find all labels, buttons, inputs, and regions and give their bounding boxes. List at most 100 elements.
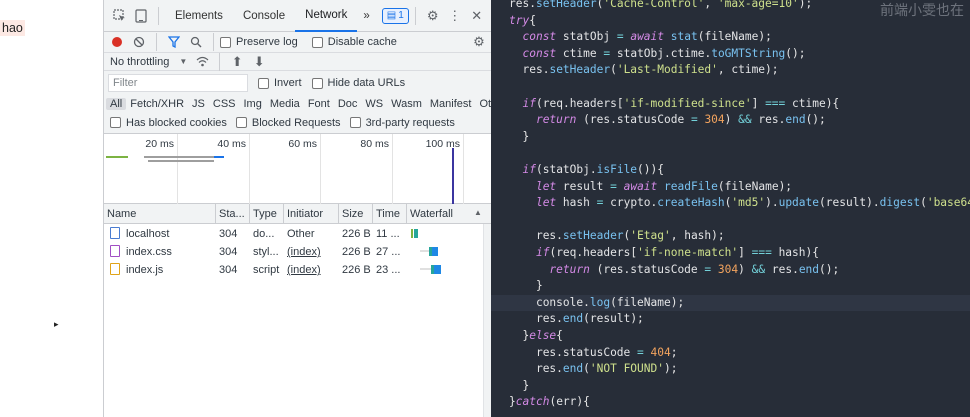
table-row[interactable]: index.css 304 styl... (index) 226 B 27 .… <box>104 243 492 261</box>
network-overview-timeline[interactable]: 20 ms 40 ms 60 ms 80 ms 100 ms <box>104 134 492 204</box>
inspect-element-icon[interactable] <box>108 5 130 27</box>
type-filter-img[interactable]: Img <box>240 98 266 110</box>
code-line[interactable]: }else{ <box>491 328 970 344</box>
request-initiator[interactable]: (index) <box>284 243 339 261</box>
request-size: 226 B <box>342 228 371 240</box>
clear-icon[interactable] <box>128 31 150 53</box>
blocked-cookies-label: Has blocked cookies <box>126 116 227 129</box>
column-initiator[interactable]: Initiator <box>284 204 339 224</box>
overview-request-bar <box>144 156 214 158</box>
code-line[interactable]: const ctime = statObj.ctime.toGMTString(… <box>491 46 970 62</box>
type-filter-all[interactable]: All <box>106 97 127 110</box>
tabbar-separator <box>158 6 159 25</box>
page-viewport: hao ▸ <box>0 0 103 417</box>
waterfall-bar <box>434 265 441 274</box>
table-row[interactable]: index.js 304 script (index) 226 B 23 ... <box>104 261 492 279</box>
hide-data-urls-checkbox[interactable] <box>311 77 323 89</box>
device-toolbar-icon[interactable] <box>130 5 152 27</box>
devtools-panel: Elements Console Network » ▤ 1 ⚙ ⋮ ✕ Pre… <box>103 0 507 417</box>
column-status[interactable]: Sta... <box>216 204 250 224</box>
overview-tick: 80 ms <box>360 134 393 204</box>
blocked-requests-checkbox[interactable] <box>235 117 247 128</box>
type-filter-doc[interactable]: Doc <box>334 98 362 110</box>
code-line[interactable]: res.end('NOT FOUND'); <box>491 361 970 377</box>
column-waterfall[interactable]: Waterfall <box>407 204 483 224</box>
code-line[interactable]: res.setHeader('Etag', hash); <box>491 228 970 244</box>
throttling-select[interactable]: No throttling <box>110 56 169 68</box>
type-filter-wasm[interactable]: Wasm <box>387 98 426 110</box>
invert-checkbox[interactable] <box>258 77 269 89</box>
hide-data-urls-label: Hide data URLs <box>327 77 406 89</box>
code-line[interactable] <box>491 145 970 161</box>
code-line[interactable]: let hash = crypto.createHash('md5').upda… <box>491 195 970 211</box>
code-line[interactable]: if(req.headers['if-none-match'] === hash… <box>491 245 970 261</box>
invert-label: Invert <box>274 77 302 89</box>
table-row[interactable]: localhost 304 do... Other 226 B 11 ... <box>104 225 492 243</box>
code-line[interactable]: res.setHeader('Last-Modified', ctime); <box>491 62 970 78</box>
disable-cache-label: Disable cache <box>327 36 397 48</box>
type-filter-fetch-xhr[interactable]: Fetch/XHR <box>126 98 188 110</box>
code-line[interactable]: } <box>491 378 970 394</box>
close-icon[interactable]: ✕ <box>466 5 488 27</box>
upload-icon[interactable]: ⬆ <box>226 51 248 73</box>
tab-elements[interactable]: Elements <box>165 0 233 32</box>
requests-table-body: localhost 304 do... Other 226 B 11 ... i… <box>104 224 492 417</box>
column-time[interactable]: Time <box>373 204 407 224</box>
code-line[interactable]: try{ <box>491 13 970 29</box>
code-line[interactable]: } <box>491 129 970 145</box>
overview-request-bar <box>106 156 128 158</box>
type-filter-media[interactable]: Media <box>266 98 304 110</box>
code-line[interactable] <box>491 212 970 228</box>
request-name[interactable]: index.js <box>107 261 216 279</box>
sort-ascending-icon[interactable]: ▲ <box>474 208 482 217</box>
filter-icon[interactable] <box>163 31 185 53</box>
type-filter-css[interactable]: CSS <box>209 98 240 110</box>
message-icon: ▤ <box>386 10 397 21</box>
code-line[interactable]: return (res.statusCode = 304) && res.end… <box>491 262 970 278</box>
request-name[interactable]: localhost <box>107 225 216 243</box>
gear-icon[interactable]: ⚙ <box>422 5 444 27</box>
filter-input[interactable]: Filter <box>108 74 248 92</box>
more-tabs-button[interactable]: » <box>357 0 375 32</box>
column-name[interactable]: Name <box>104 204 216 224</box>
code-line[interactable]: res.setHeader('Cache-Control', 'max-age=… <box>491 0 970 12</box>
code-editor[interactable]: 前端小雯也在 res.setHeader('Cache-Control', 'm… <box>491 0 970 417</box>
type-filter-ws[interactable]: WS <box>361 98 387 110</box>
code-line[interactable]: const statObj = await stat(fileName); <box>491 29 970 45</box>
type-filter-font[interactable]: Font <box>304 98 334 110</box>
code-line[interactable]: res.statusCode = 404; <box>491 345 970 361</box>
wifi-icon[interactable] <box>191 51 213 73</box>
request-status: 304 <box>219 228 238 240</box>
network-settings-gear-icon[interactable]: ⚙ <box>468 31 490 53</box>
code-line[interactable]: let result = await readFile(fileName); <box>491 179 970 195</box>
code-line[interactable]: }catch(err){ <box>491 394 970 410</box>
column-type[interactable]: Type <box>250 204 284 224</box>
record-icon[interactable] <box>106 31 128 53</box>
resource-type-filters: All Fetch/XHR JS CSS Img Media Font Doc … <box>104 95 507 112</box>
type-filter-js[interactable]: JS <box>188 98 209 110</box>
code-line[interactable]: console.log(fileName); <box>491 294 970 311</box>
disable-cache-checkbox[interactable] <box>311 36 323 48</box>
request-initiator[interactable]: (index) <box>284 261 339 279</box>
load-event-marker <box>452 148 454 204</box>
code-line[interactable]: return (res.statusCode = 304) && res.end… <box>491 112 970 128</box>
request-type: script <box>253 264 280 276</box>
tab-network[interactable]: Network <box>295 0 358 32</box>
type-filter-manifest[interactable]: Manifest <box>426 98 476 110</box>
code-line[interactable]: } <box>491 278 970 294</box>
code-line[interactable]: res.end(result); <box>491 311 970 327</box>
third-party-checkbox[interactable] <box>349 117 361 128</box>
code-line[interactable] <box>491 79 970 95</box>
code-line[interactable]: if(statObj.isFile()){ <box>491 162 970 178</box>
request-name[interactable]: index.css <box>107 243 216 261</box>
download-icon[interactable]: ⬇ <box>248 51 270 73</box>
preserve-log-checkbox[interactable] <box>220 36 231 48</box>
chevron-down-icon[interactable]: ▼ <box>179 57 187 66</box>
code-line[interactable]: if(req.headers['if-modified-since'] === … <box>491 96 970 112</box>
kebab-menu-icon[interactable]: ⋮ <box>444 5 466 27</box>
tab-console[interactable]: Console <box>233 0 295 32</box>
column-size[interactable]: Size <box>339 204 373 224</box>
blocked-cookies-checkbox[interactable] <box>110 117 121 128</box>
overview-request-bar <box>148 160 214 162</box>
issues-badge[interactable]: ▤ 1 <box>381 7 409 24</box>
